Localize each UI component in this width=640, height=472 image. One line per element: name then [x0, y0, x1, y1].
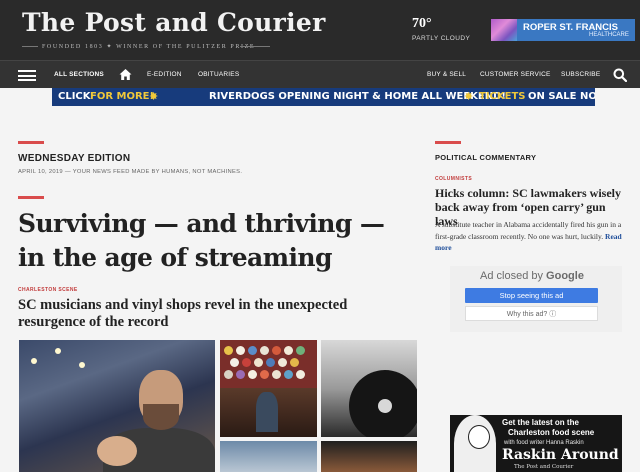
- menu-icon[interactable]: [18, 70, 36, 81]
- lead-subhead[interactable]: SC musicians and vinyl shops revel in th…: [18, 297, 418, 331]
- logo-tagline: FOUNDED 1803 ✦ WINNER OF THE PULITZER PR…: [42, 44, 256, 50]
- site-logo[interactable]: The Post and Courier: [22, 8, 326, 37]
- sidebar-section-title[interactable]: POLITICAL COMMENTARY: [435, 153, 536, 162]
- logo-rule-left: [22, 46, 38, 47]
- photo-turntable[interactable]: [321, 340, 417, 437]
- search-icon[interactable]: [613, 68, 628, 83]
- ad-closed-label: Ad closed by Google: [480, 270, 584, 282]
- sidebar-body-text: A substitute teacher in Alabama accident…: [435, 220, 622, 241]
- ad-line-3: with food writer Hanna Raskin: [504, 440, 584, 446]
- home-icon[interactable]: [119, 68, 132, 81]
- ad-line-4: Raskin Around: [502, 447, 619, 463]
- photo-hands: [97, 436, 137, 466]
- promo-on-sale: ON SALE NOW!: [528, 91, 595, 102]
- nav-buy-sell[interactable]: BUY & SELL: [427, 71, 466, 78]
- promo-riverdogs: RIVERDOGS OPENING NIGHT & HOME ALL WEEKE…: [209, 91, 506, 102]
- ad-closed-text: Ad closed by: [480, 270, 543, 282]
- weather-description: PARTLY CLOUDY: [412, 35, 471, 42]
- sparkle-icon: ✸: [149, 90, 159, 103]
- weather-temperature[interactable]: 70°: [412, 16, 432, 32]
- why-this-ad-button[interactable]: Why this ad? ⓘ: [465, 306, 598, 321]
- promo-banner[interactable]: CLICK FOR MORE! ✸ RIVERDOGS OPENING NIGH…: [52, 88, 595, 106]
- ad-line-2: Charleston food scene: [508, 428, 595, 437]
- main-nav: ALL SECTIONS E-EDITION OBITUARIES BUY & …: [0, 60, 640, 88]
- food-scene-ad[interactable]: Get the latest on the Charleston food sc…: [450, 415, 622, 472]
- nav-all-sections[interactable]: ALL SECTIONS: [54, 71, 104, 78]
- photo-beard: [143, 404, 179, 430]
- google-logo: Google: [546, 270, 584, 282]
- logo-rule-right: [240, 46, 270, 47]
- ad-subtitle: HEALTHCARE: [589, 32, 629, 38]
- lead-photo-musician[interactable]: [19, 340, 215, 472]
- promo-tickets: TICKETS: [479, 91, 526, 102]
- masthead: The Post and Courier FOUNDED 1803 ✦ WINN…: [0, 0, 640, 60]
- nav-obituaries[interactable]: OBITUARIES: [198, 71, 239, 78]
- photo-store-shelves[interactable]: [220, 441, 317, 472]
- promo-for-more: FOR MORE!: [90, 91, 155, 102]
- stage-light: [79, 362, 85, 368]
- stage-light: [55, 348, 61, 354]
- nav-customer-service[interactable]: CUSTOMER SERVICE: [480, 71, 551, 78]
- sparkle-icon: ✸: [464, 90, 474, 103]
- cartoon-face: [468, 425, 490, 449]
- sidebar-kicker[interactable]: COLUMNISTS: [435, 176, 472, 182]
- ad-line-1: Get the latest on the: [502, 418, 579, 427]
- sidebar-body: A substitute teacher in Alabama accident…: [435, 219, 625, 254]
- sidebar-accent-bar: [435, 141, 461, 144]
- lead-headline[interactable]: Surviving — and thriving — in the age of…: [18, 207, 418, 275]
- promo-click: CLICK: [58, 91, 91, 102]
- stop-seeing-ad-button[interactable]: Stop seeing this ad: [465, 288, 598, 303]
- cartoon-chef-illustration: [454, 415, 496, 472]
- nav-e-edition[interactable]: E-EDITION: [147, 71, 182, 78]
- closed-ad-box: Ad closed by Google Stop seeing this ad …: [450, 266, 622, 332]
- edition-title: WEDNESDAY EDITION: [18, 153, 131, 164]
- photo-record-player[interactable]: [321, 441, 417, 472]
- header-ad[interactable]: ROPER ST. FRANCIS HEALTHCARE: [491, 19, 635, 41]
- lead-kicker[interactable]: CHARLESTON SCENE: [18, 287, 78, 293]
- vinyl-label: [378, 399, 392, 413]
- photo-record-wall[interactable]: [220, 340, 317, 437]
- ad-line-5: The Post and Courier: [514, 464, 574, 470]
- stage-light: [31, 358, 37, 364]
- ad-image: [491, 19, 517, 41]
- section-accent-bar: [18, 141, 44, 144]
- edition-date: APRIL 10, 2019 — YOUR NEWS FEED MADE BY …: [18, 169, 243, 175]
- headline-accent-bar: [18, 196, 44, 199]
- nav-subscribe[interactable]: SUBSCRIBE: [561, 71, 600, 78]
